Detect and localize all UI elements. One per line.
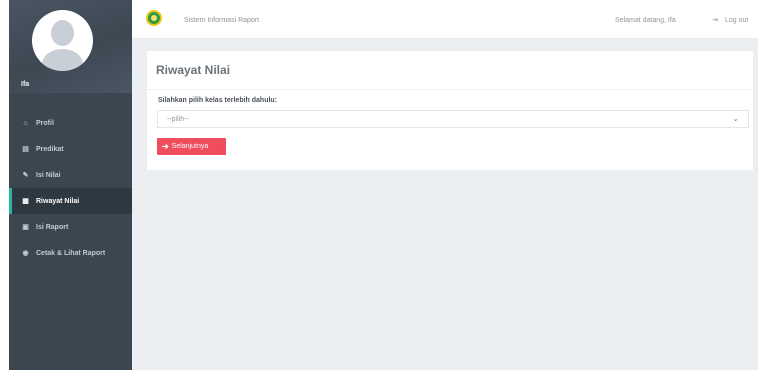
sidebar-item-predikat[interactable]: ▤ Predikat: [9, 136, 132, 162]
profile-name: Ifa: [21, 81, 30, 88]
class-select[interactable]: --pilih-- ⌄: [157, 110, 749, 128]
sidebar-item-riwayat-nilai[interactable]: ▦ Riwayat Nilai: [9, 188, 132, 214]
sidebar-item-label: Profil: [36, 119, 54, 127]
eye-icon: ◉: [22, 250, 29, 257]
book-icon: ▣: [22, 224, 29, 231]
sidebar-nav: ⌂ Profil ▤ Predikat ✎ Isi Nilai ▦ Riwaya…: [9, 110, 132, 266]
arrow-right-icon: ➜: [162, 142, 169, 151]
next-button[interactable]: ➜ Selanjutnya: [157, 138, 226, 155]
topbar: Sistem Informasi Raport Selamat datang, …: [132, 0, 758, 39]
pencil-icon: ✎: [22, 172, 29, 179]
riwayat-nilai-panel: Riwayat Nilai Silahkan pilih kelas terle…: [147, 51, 753, 170]
sidebar-item-label: Isi Nilai: [36, 171, 61, 179]
sidebar: Ifa ⌂ Profil ▤ Predikat ✎ Isi Nilai ▦ Ri…: [9, 0, 132, 370]
avatar-body-shape: [42, 49, 83, 71]
sign-out-icon[interactable]: ⇥: [712, 16, 718, 24]
avatar-head-shape: [51, 20, 74, 46]
sidebar-item-label: Predikat: [36, 145, 64, 153]
home-icon: ⌂: [23, 119, 28, 127]
logout-link[interactable]: Log out: [725, 17, 748, 24]
class-select-label: Silahkan pilih kelas terlebih dahulu:: [158, 97, 278, 104]
class-select-value: --pilih--: [167, 116, 189, 123]
next-button-label: Selanjutnya: [171, 143, 209, 150]
school-logo: [146, 10, 162, 26]
divider: [147, 89, 753, 90]
sidebar-item-label: Riwayat Nilai: [36, 197, 80, 205]
table-icon: ▦: [22, 198, 29, 205]
sidebar-item-label: Isi Raport: [36, 223, 69, 231]
welcome-text: Selamat datang, Ifa: [615, 17, 676, 24]
main-content: Riwayat Nilai Silahkan pilih kelas terle…: [132, 39, 758, 370]
profile-panel: Ifa: [9, 0, 132, 93]
sidebar-item-isi-raport[interactable]: ▣ Isi Raport: [9, 214, 132, 240]
sidebar-item-label: Cetak & Lihat Raport: [36, 249, 106, 257]
list-icon: ▤: [22, 146, 29, 153]
sidebar-item-cetak-lihat-raport[interactable]: ◉ Cetak & Lihat Raport: [9, 240, 132, 266]
avatar: [32, 10, 93, 71]
sidebar-item-isi-nilai[interactable]: ✎ Isi Nilai: [9, 162, 132, 188]
chevron-down-icon: ⌄: [732, 114, 739, 123]
sidebar-item-profil[interactable]: ⌂ Profil: [9, 110, 132, 136]
page-title: Riwayat Nilai: [156, 63, 231, 77]
app-title: Sistem Informasi Raport: [184, 17, 260, 24]
